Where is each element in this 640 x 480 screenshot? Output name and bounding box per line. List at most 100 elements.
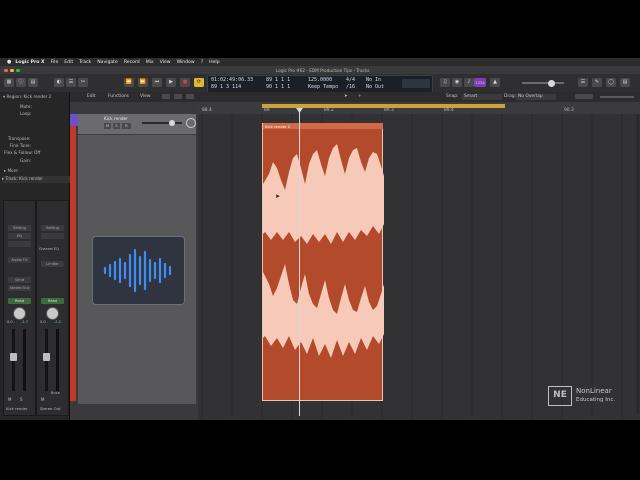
track-pan-knob[interactable] [186,118,196,128]
edit-menu[interactable]: Edit [87,94,96,99]
mixer-button[interactable]: ☰ [66,78,76,87]
lcd-bars-position: 89 1 3 114 [211,84,242,90]
apple-menu-icon[interactable]: ● [7,59,11,65]
strip-output-slot[interactable]: Stereo Out [8,285,31,291]
catch-button[interactable] [174,94,182,99]
track-header[interactable]: Kick render M S R [78,114,196,135]
strip-pan-knob[interactable] [13,307,26,320]
menu-app-name[interactable]: Logic Pro X [15,60,44,65]
notepad-button[interactable]: ✎ [592,78,602,87]
add-track-button[interactable] [162,94,170,99]
menu-help[interactable]: Help [209,60,219,65]
strip-mute-button[interactable]: M [41,397,44,402]
menu-record[interactable]: Record [124,60,140,65]
secondary-tool-icon[interactable]: + [358,94,362,99]
master-volume-slider[interactable] [522,82,564,84]
channel-strip-track: Setting EQ Audio FX Send Stereo Out Read… [3,200,36,416]
menu-window[interactable]: Window [177,60,195,65]
lcd-display[interactable]: 01:02:49:06.33 89 1 3 114 89 1 1 1 90 1 … [207,75,433,93]
inspector-transpose[interactable]: Transpose: [8,136,77,141]
strip-pan-knob[interactable] [46,307,59,320]
menu-extra[interactable]: ? [201,60,203,65]
inspector-button[interactable]: ⓘ [16,78,26,87]
smart-controls-button[interactable]: ◐ [54,78,64,87]
track-volume-slider[interactable] [142,122,182,124]
menu-edit[interactable]: Edit [64,60,73,65]
menu-track[interactable]: Track [79,60,91,65]
waveform-icon [103,248,172,293]
inspector-flex-follow[interactable]: Flex & Follow: Off [4,150,73,155]
strip-automation-read[interactable]: Read [41,298,64,304]
fast-forward-button[interactable]: ⏩ [138,78,148,87]
strip-eq-label[interactable]: Channel EQ [39,247,59,251]
menu-file[interactable]: File [51,60,59,65]
region-header[interactable]: Kick render 2 [263,123,383,129]
track-record-button[interactable]: R [122,123,131,129]
go-to-start-button[interactable]: ⏮ [152,78,162,87]
strip-solo-button[interactable]: S [20,397,23,402]
tuner-button[interactable]: ♫ [440,78,450,87]
strip-input-slot[interactable] [8,241,31,247]
menu-navigate[interactable]: Navigate [97,60,118,65]
zoom-window-icon[interactable] [16,68,20,72]
inspector-more[interactable]: ▸ More [4,168,73,173]
cycle-range[interactable] [262,104,505,108]
lcd-bars-top: 89 1 1 1 [266,77,291,83]
strip-setting-button[interactable]: Setting [8,225,31,231]
drag-select[interactable]: No Overlap [516,94,556,100]
strip-setting-button[interactable]: Setting [41,225,64,231]
strip-audio-fx-slot[interactable]: Audio FX [8,257,31,263]
snap-label: Snap: [446,94,459,99]
playhead[interactable] [299,110,300,416]
strip-mute-button[interactable]: M [8,397,11,402]
inspector-fine-tune[interactable]: Fine Tune: [10,143,79,148]
editors-button[interactable]: ✂ [78,78,88,87]
strip-audio-fx-slot[interactable]: Limiter [41,261,64,267]
strip-name: Stereo Out [40,406,61,411]
ruler-label: 90.3 [564,108,574,113]
view-menu[interactable]: View [140,94,150,99]
count-in-button[interactable]: ♪ [464,78,474,87]
record-button[interactable]: ● [180,78,190,87]
metronome-button[interactable]: ▲ [490,78,500,87]
horizontal-zoom-slider[interactable] [600,96,634,98]
track-solo-button[interactable]: S [113,123,120,129]
track-volume-knob[interactable] [169,119,175,126]
functions-menu[interactable]: Functions [108,94,129,99]
region-inspector-header[interactable]: ▾ Region: Kick render 2 [3,94,72,99]
strip-input-slot[interactable] [41,233,64,239]
rewind-button[interactable]: ⏪ [124,78,134,87]
menu-view[interactable]: View [160,60,171,65]
lcd-signature: 4/4 [346,77,356,83]
audio-region[interactable] [262,123,384,401]
toolbar-button[interactable]: ▤ [28,78,38,87]
library-button[interactable]: ▦ [4,78,14,87]
strip-bounce-button[interactable]: Bnce [51,391,60,395]
play-button[interactable]: ▶ [166,78,176,87]
browser-button[interactable]: ▤ [620,78,630,87]
strip-volume-fader-cap[interactable] [10,353,17,361]
control-bar: ▦ ⓘ ▤ ◐ ☰ ✂ ⏪ ⏩ ⏮ ▶ ● ⟳ 01:02:49:06.33 8… [0,74,640,93]
vertical-scrollbar[interactable] [636,114,639,414]
track-name[interactable]: Kick render [104,116,128,121]
strip-automation-read[interactable]: Read [8,298,31,304]
strip-volume-fader-cap[interactable] [43,353,50,361]
loop-browser-button[interactable]: ◯ [606,78,616,87]
minimize-window-icon[interactable] [10,68,14,72]
track-mute-button[interactable]: M [104,123,111,129]
automation-button[interactable] [186,94,194,99]
strip-eq-button[interactable]: EQ [8,233,31,239]
waveform-zoom-button[interactable] [575,94,593,99]
ruler-label: 88.4 [202,108,212,113]
master-volume-knob[interactable] [548,79,555,87]
list-editors-button[interactable]: ☰ [578,78,588,87]
solo-button[interactable]: ◉ [452,78,462,87]
close-window-icon[interactable] [4,68,8,72]
menu-mix[interactable]: Mix [146,60,154,65]
cpu-badge[interactable]: 1234 [474,78,486,87]
track-inspector-header[interactable]: ▸ Track: Kick render [2,176,71,183]
pointer-tool-icon[interactable]: ➤ [344,94,348,99]
cycle-button[interactable]: ⟳ [194,78,204,87]
strip-send-slot[interactable]: Send [8,277,31,283]
snap-select[interactable]: Smart [462,94,502,100]
